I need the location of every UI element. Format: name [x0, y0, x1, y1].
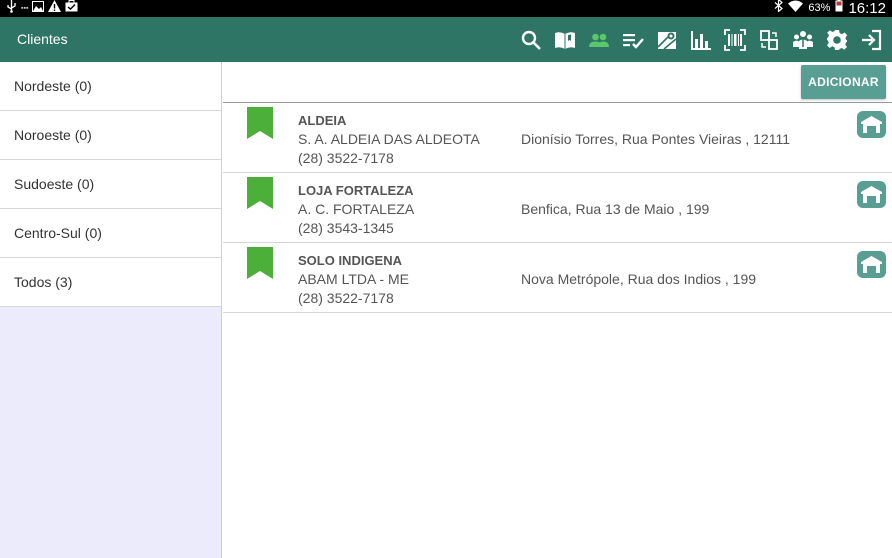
barcode-icon[interactable]: [723, 28, 746, 51]
app-bar: Clientes: [0, 17, 892, 62]
notification-icons: ▪▪▪: [6, 0, 78, 18]
sidebar-item-centro-sul[interactable]: Centro-Sul (0): [0, 209, 221, 258]
usb-icon: [6, 0, 17, 18]
bookmark-icon[interactable]: [247, 247, 273, 279]
bluetooth-icon: [774, 0, 784, 18]
client-address: Benfica, Rua 13 de Maio , 199: [521, 201, 710, 217]
settings-icon[interactable]: [825, 28, 848, 51]
battery-icon: [835, 0, 843, 18]
client-company: A. C. FORTALEZA: [298, 201, 415, 217]
exit-icon[interactable]: [859, 28, 882, 51]
list-toolbar: ADICIONAR: [223, 62, 892, 103]
clock: 16:12: [848, 0, 886, 17]
client-company: ABAM LTDA - ME: [298, 271, 409, 287]
client-phone: (28) 3522-7178: [298, 150, 394, 166]
sidebar-item-todos[interactable]: Todos (3): [0, 258, 221, 307]
clients-people-icon[interactable]: [587, 28, 610, 51]
client-company: S. A. ALDEIA DAS ALDEOTA: [298, 131, 480, 147]
search-icon[interactable]: [519, 28, 542, 51]
store-icon[interactable]: [857, 111, 886, 138]
client-phone: (28) 3522-7178: [298, 290, 394, 306]
sync-icon[interactable]: [757, 28, 780, 51]
app-bar-actions: [519, 17, 882, 62]
bookmark-icon[interactable]: [247, 107, 273, 139]
signal-text-icon: ▪▪▪: [21, 5, 29, 12]
briefcase-icon: [65, 0, 78, 17]
client-row[interactable]: SOLO INDIGENA ABAM LTDA - ME (28) 3522-7…: [223, 243, 892, 313]
bookmark-icon[interactable]: [247, 177, 273, 209]
sidebar-item-nordeste[interactable]: Nordeste (0): [0, 62, 221, 111]
checklist-icon[interactable]: [621, 28, 644, 51]
status-bar: ▪▪▪ 63% 16:12: [0, 0, 892, 17]
wifi-icon: [788, 0, 804, 18]
region-sidebar: Nordeste (0) Noroeste (0) Sudoeste (0) C…: [0, 62, 222, 558]
client-row[interactable]: LOJA FORTALEZA A. C. FORTALEZA (28) 3543…: [223, 173, 892, 243]
bar-chart-icon[interactable]: [689, 28, 712, 51]
team-icon[interactable]: [791, 28, 814, 51]
map-icon[interactable]: [655, 28, 678, 51]
client-address: Nova Metrópole, Rua dos Indios , 199: [521, 271, 757, 287]
client-row[interactable]: ALDEIA S. A. ALDEIA DAS ALDEOTA (28) 352…: [223, 103, 892, 173]
catalog-book-icon[interactable]: [553, 28, 576, 51]
add-client-button[interactable]: ADICIONAR: [801, 65, 886, 99]
store-icon[interactable]: [857, 251, 886, 278]
store-icon[interactable]: [857, 181, 886, 208]
client-phone: (28) 3543-1345: [298, 220, 394, 236]
client-name: SOLO INDIGENA: [298, 253, 403, 268]
client-list-panel: ADICIONAR ALDEIA S. A. ALDEIA DAS ALDEOT…: [223, 62, 892, 558]
system-icons: 63% 16:12: [774, 0, 886, 17]
sidebar-item-noroeste[interactable]: Noroeste (0): [0, 111, 221, 160]
client-name: LOJA FORTALEZA: [298, 183, 414, 198]
sidebar-item-sudoeste[interactable]: Sudoeste (0): [0, 160, 221, 209]
warning-icon: [48, 0, 62, 17]
client-address: Dionísio Torres, Rua Pontes Vieiras , 12…: [521, 131, 791, 147]
page-title: Clientes: [17, 31, 68, 47]
battery-percent: 63%: [808, 2, 831, 14]
client-name: ALDEIA: [298, 113, 347, 128]
image-icon: [32, 0, 45, 17]
